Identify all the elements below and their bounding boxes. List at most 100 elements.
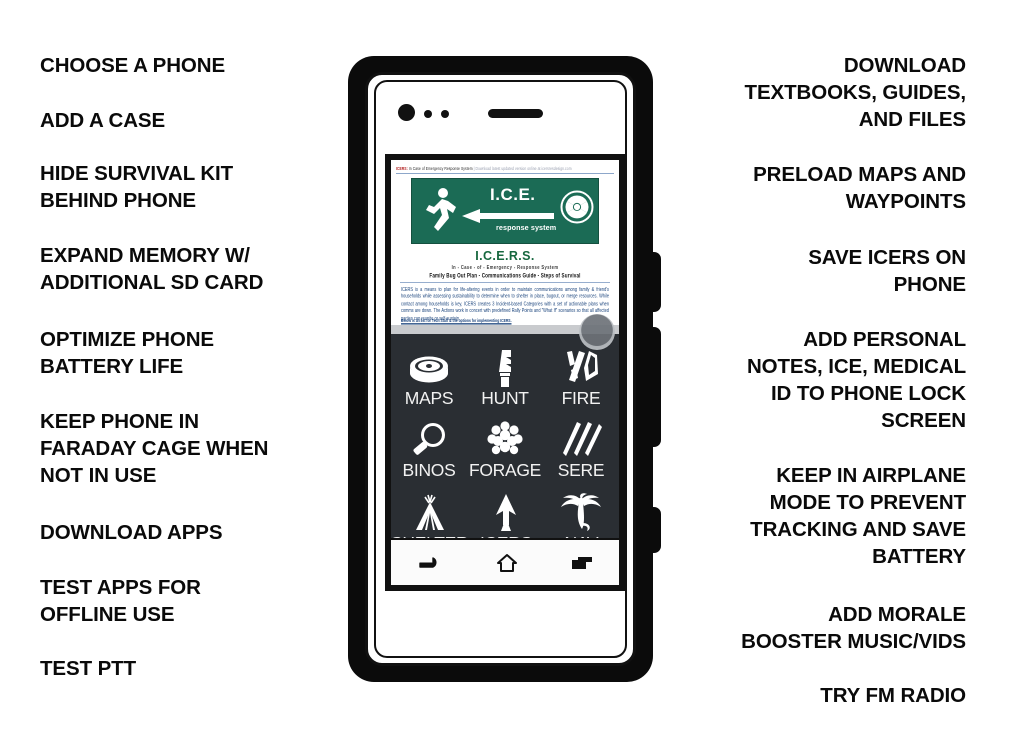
poster-canvas: CHOOSE A PHONE ADD A CASE HIDE SURVIVAL KI… <box>0 0 1024 749</box>
tip-line: OPTIMIZE PHONE <box>40 328 215 351</box>
knife-icon <box>482 348 528 388</box>
tip-item: TRY FM RADIO <box>684 682 966 709</box>
app-maps[interactable]: MAPS <box>391 348 467 407</box>
site-header-line: ICERS: In Case of Emergency Response Sys… <box>396 166 614 172</box>
tip-line: TRACKING AND SAVE <box>750 518 966 541</box>
berries-icon <box>482 420 528 460</box>
site-title: In Case of Emergency Response System <box>407 166 473 171</box>
left-arrow-icon <box>462 208 554 223</box>
app-binos[interactable]: BINOS <box>391 420 467 479</box>
app-hunt[interactable]: HUNT <box>467 348 543 407</box>
phone-screen[interactable]: ICERS: In Case of Emergency Response Sys… <box>385 154 625 591</box>
tip-line: BEHIND PHONE <box>40 189 196 212</box>
firestarter-icon <box>558 348 604 388</box>
tip-line: ADD MORALE <box>828 603 966 626</box>
page-paragraph: ICERS is a means to plan for life-alteri… <box>401 285 609 321</box>
app-sere[interactable]: SERE <box>543 420 619 479</box>
page-subtitle-2: Family Bug Out Plan - Communications Gui… <box>429 271 581 279</box>
home-icon[interactable] <box>496 553 518 573</box>
app-label: HUNT <box>481 387 529 408</box>
tip-item: ADD PERSONAL NOTES, ICE, MEDICAL ID TO PHO… <box>684 326 966 434</box>
tip-line: PHONE <box>893 273 967 296</box>
case-side-button-middle[interactable] <box>645 327 661 447</box>
site-meta: | Download latest updated version online… <box>472 166 572 171</box>
response-system-label: response system <box>496 222 557 232</box>
case-side-button-bottom[interactable] <box>645 507 661 553</box>
tip-item: TEST APPS FOR OFFLINE USE <box>40 574 360 628</box>
running-man-icon <box>426 187 456 231</box>
app-row: BINOS FORAGE SERE <box>391 407 619 479</box>
recents-icon[interactable] <box>571 555 593 571</box>
tip-line: MODE TO PREVENT <box>769 491 966 514</box>
tip-line: KEEP IN AIRPLANE <box>776 464 966 487</box>
tip-line: BATTERY LIFE <box>40 355 184 378</box>
tip-item: PRELOAD MAPS AND WAYPOINTS <box>684 161 966 215</box>
tip-item: KEEP PHONE IN FARADAY CAGE WHEN NOT IN USE <box>40 408 360 489</box>
back-icon[interactable] <box>417 554 443 572</box>
lightning-icon <box>558 420 604 460</box>
tip-line: DOWNLOAD <box>843 54 966 77</box>
tip-item: TEST PTT <box>40 655 360 682</box>
tip-line: ADD PERSONAL <box>803 328 966 351</box>
tip-line: BOOSTER MUSIC/VIDS <box>741 630 966 653</box>
app-label: BINOS <box>402 460 456 481</box>
app-label: MAPS <box>404 387 454 408</box>
tip-line: OFFLINE USE <box>40 603 175 626</box>
tip-item: SAVE ICERS ON PHONE <box>684 244 966 298</box>
phone-illustration: ICERS: In Case of Emergency Response Sys… <box>340 52 685 688</box>
tip-line: CHOOSE A PHONE <box>40 54 226 77</box>
scroll-handle[interactable] <box>579 314 615 350</box>
tip-line: PRELOAD MAPS AND <box>753 163 966 186</box>
tip-item: HIDE SURVIVAL KIT BEHIND PHONE <box>40 160 360 214</box>
phone-chin <box>385 600 625 640</box>
site-tag: ICERS: <box>396 166 408 171</box>
tip-item: EXPAND MEMORY W/ADDITIONAL SD CARD <box>40 242 360 296</box>
tip-line: NOTES, ICE, MEDICAL <box>746 355 966 378</box>
tip-item: KEEP IN AIRPLANE MODE TO PREVENT TRACKING … <box>684 462 966 570</box>
magnifier-icon <box>406 420 452 460</box>
tip-line: TRY FM RADIO <box>820 684 966 707</box>
tip-line: TEST PTT <box>40 657 137 680</box>
tip-item: DOWNLOAD APPS <box>40 519 360 546</box>
tip-item: OPTIMIZE PHONE BATTERY LIFE <box>40 326 360 380</box>
app-forage[interactable]: FORAGE <box>467 420 543 479</box>
tip-line: FARADAY CAGE WHEN <box>40 437 269 460</box>
app-label: SERE <box>557 460 605 481</box>
tip-line: HIDE SURVIVAL KIT <box>40 162 234 185</box>
tip-item: DOWNLOAD TEXTBOOKS, GUIDES, AND FILES <box>684 52 967 133</box>
tip-item: CHOOSE A PHONE <box>40 52 360 79</box>
tip-line: TEXTBOOKS, GUIDES, <box>744 81 967 104</box>
front-camera-icon <box>398 104 415 121</box>
tip-line: SAVE ICERS ON <box>808 246 966 269</box>
icers-webpage[interactable]: ICERS: In Case of Emergency Response Sys… <box>391 160 619 334</box>
tip-line: AND FILES <box>858 108 966 131</box>
tip-item: ADD MORALE BOOSTER MUSIC/VIDS <box>684 601 966 655</box>
android-navigation-bar <box>391 538 619 585</box>
tip-item: ADD A CASE <box>40 107 360 134</box>
tip-line: ADD A CASE <box>40 109 166 132</box>
ice-banner: I.C.E. response system <box>411 177 599 244</box>
arrowhead-icon <box>483 493 529 533</box>
proximity-sensor-icon <box>424 110 432 118</box>
tip-line: SCREEN <box>881 409 966 432</box>
tip-line: EXPAND MEMORY W/ <box>40 244 250 267</box>
tip-line: BATTERY <box>872 545 966 568</box>
tip-line: ID TO PHONE LOCK <box>770 382 966 405</box>
app-fire[interactable]: FIRE <box>543 348 619 407</box>
case-side-button-top[interactable] <box>645 252 661 312</box>
earpiece-speaker <box>488 109 543 118</box>
app-label: FIRE <box>561 387 601 408</box>
app-grid: MAPS HUNT FIRE BINOS FORAGE SERE <box>391 314 619 552</box>
header-divider <box>396 172 614 174</box>
teepee-icon <box>407 493 453 533</box>
app-label: FORAGE <box>468 460 542 481</box>
content-divider <box>400 281 610 283</box>
tip-line: WAYPOINTS <box>845 190 966 213</box>
light-sensor-icon <box>441 110 449 118</box>
tip-line: NOT IN USE <box>40 464 157 487</box>
compass-icon <box>406 348 452 388</box>
radiation-icon <box>560 190 594 224</box>
palm-tree-icon <box>558 493 604 533</box>
page-subtitle-1: In - Case - of - Emergency - Response Sy… <box>451 263 559 271</box>
tip-line: TEST APPS FOR <box>40 576 201 599</box>
